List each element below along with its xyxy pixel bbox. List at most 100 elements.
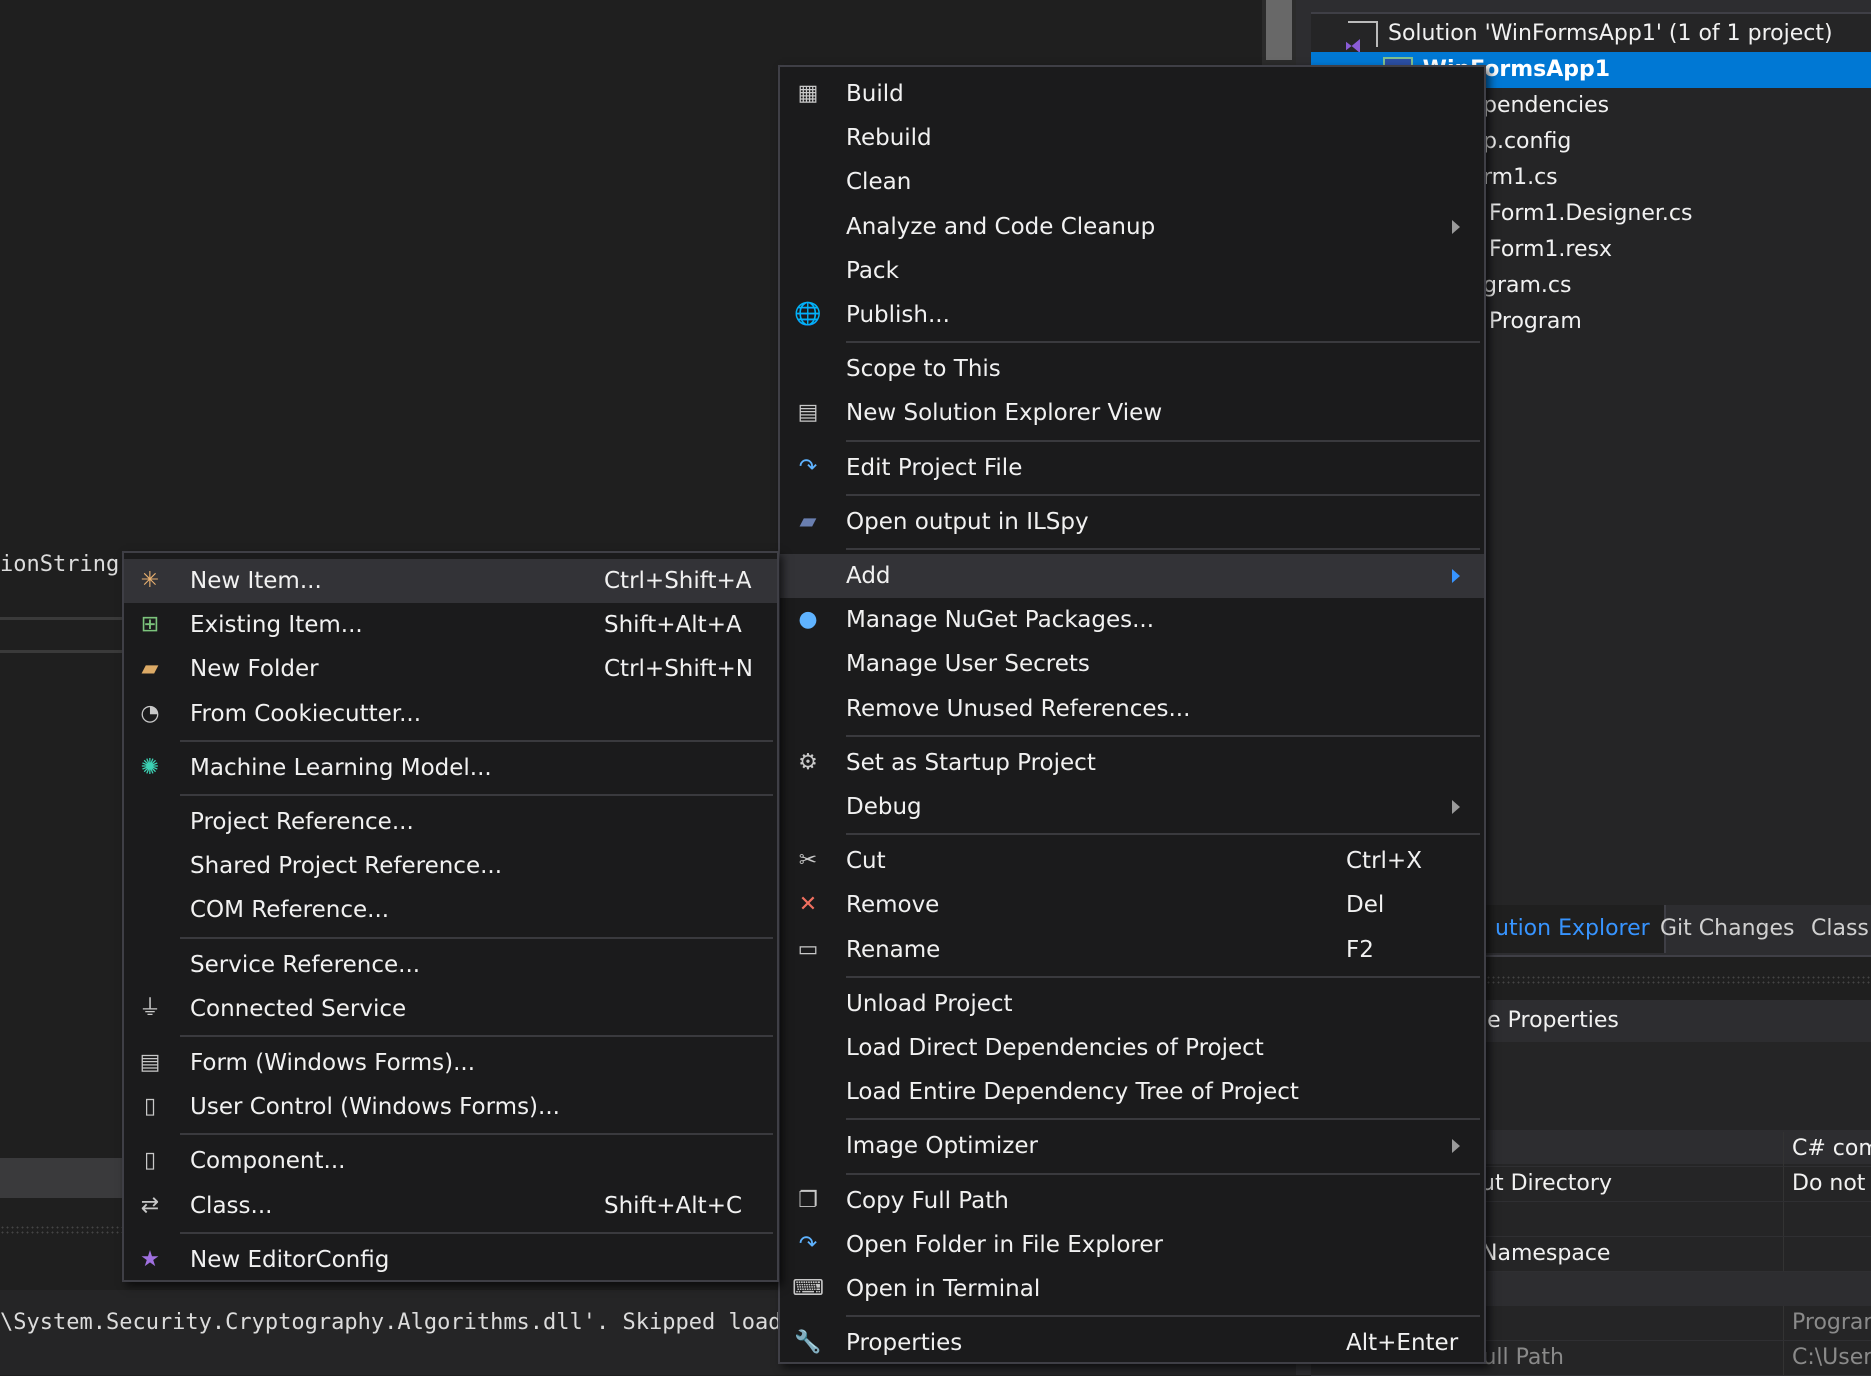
property-value: Program: [1783, 1306, 1871, 1340]
menu-item-remove[interactable]: ✕ Remove Del: [780, 883, 1484, 927]
menu-item-shortcut: Ctrl+Shift+A: [604, 568, 752, 594]
menu-item-connected-service[interactable]: ⏚ Connected Service: [124, 987, 777, 1031]
menu-item-label: Manage NuGet Packages...: [846, 607, 1155, 634]
menu-separator: [846, 1172, 1480, 1175]
menu-item-pack[interactable]: Pack: [780, 249, 1484, 293]
menu-item-label: User Control (Windows Forms)...: [190, 1094, 560, 1121]
menu-item-open-output-in-ilspy[interactable]: ▰ Open output in ILSpy: [780, 500, 1484, 544]
tree-solution-node[interactable]: Solution 'WinFormsApp1' (1 of 1 project): [1311, 16, 1871, 52]
menu-item-debug[interactable]: Debug: [780, 785, 1484, 829]
menu-item-new-folder[interactable]: ▰ New Folder Ctrl+Shift+N: [124, 647, 777, 691]
menu-item-label: Shared Project Reference...: [190, 853, 503, 880]
property-value: C# comp: [1783, 1132, 1871, 1166]
menu-item-load-direct-dependencies-of-project[interactable]: Load Direct Dependencies of Project: [780, 1026, 1484, 1070]
submenu-arrow-icon: [1452, 219, 1460, 234]
menu-item-class[interactable]: ⇄ Class... Shift+Alt+C: [124, 1184, 777, 1228]
menu-item-project-reference[interactable]: Project Reference...: [124, 800, 777, 844]
component-icon: ▯: [143, 1148, 157, 1174]
class-icon: ⇄: [140, 1192, 160, 1218]
menu-item-from-cookiecutter[interactable]: ◔ From Cookiecutter...: [124, 692, 777, 736]
menu-item-shortcut: F2: [1346, 936, 1374, 963]
scrollbar-thumb[interactable]: [1266, 0, 1292, 60]
menu-item-form-windows-forms[interactable]: ▤ Form (Windows Forms)...: [124, 1041, 777, 1085]
menu-item-label: From Cookiecutter...: [190, 700, 422, 727]
menu-item-label: New Item...: [190, 568, 322, 594]
submenu-arrow-icon: [1452, 1139, 1460, 1154]
nuget-icon: ●: [798, 607, 818, 633]
menu-item-label: New Folder: [190, 656, 319, 683]
menu-item-label: Rebuild: [846, 125, 932, 152]
menu-separator: [180, 739, 773, 742]
rename-icon: ▭: [797, 936, 819, 962]
menu-item-label: New Solution Explorer View: [846, 400, 1163, 427]
open-folder-arrow-icon: ↷: [798, 1231, 818, 1257]
menu-item-label: Set as Startup Project: [846, 749, 1096, 776]
menu-item-com-reference[interactable]: COM Reference...: [124, 888, 777, 932]
menu-item-cut[interactable]: ✂ Cut Ctrl+X: [780, 839, 1484, 883]
menu-item-label: New EditorConfig: [190, 1246, 390, 1273]
menu-item-label: Service Reference...: [190, 951, 421, 978]
menu-item-label: Cut: [846, 848, 886, 875]
menu-item-user-control-windows-forms[interactable]: ▯ User Control (Windows Forms)...: [124, 1085, 777, 1129]
menu-item-copy-full-path[interactable]: ❐ Copy Full Path: [780, 1179, 1484, 1223]
menu-item-new-solution-explorer-view[interactable]: ▤ New Solution Explorer View: [780, 391, 1484, 435]
menu-item-remove-unused-references[interactable]: Remove Unused References...: [780, 687, 1484, 731]
menu-item-label: Open Folder in File Explorer: [846, 1231, 1163, 1258]
menu-item-new-editorconfig[interactable]: ★ New EditorConfig: [124, 1238, 777, 1282]
submenu-arrow-icon: [1452, 569, 1460, 583]
menu-item-open-folder-in-file-explorer[interactable]: ↷ Open Folder in File Explorer: [780, 1223, 1484, 1267]
menu-item-unload-project[interactable]: Unload Project: [780, 982, 1484, 1026]
menu-item-shortcut: Shift+Alt+A: [604, 612, 742, 639]
menu-item-shared-project-reference[interactable]: Shared Project Reference...: [124, 844, 777, 888]
menu-item-scope-to-this[interactable]: Scope to This: [780, 347, 1484, 391]
new-folder-icon: ▰: [141, 656, 159, 682]
tab-class-view[interactable]: Class: [1797, 905, 1871, 953]
menu-item-shortcut: Alt+Enter: [1346, 1330, 1459, 1357]
menu-item-build[interactable]: ▦ Build: [780, 72, 1484, 116]
menu-separator: [846, 548, 1480, 550]
form-icon: ▤: [139, 1050, 161, 1075]
tab-git-changes[interactable]: Git Changes: [1646, 905, 1808, 953]
user-control-icon: ▯: [143, 1094, 157, 1120]
menu-item-new-item[interactable]: ✳ New Item... Ctrl+Shift+A: [124, 559, 777, 603]
menu-item-label: Copy Full Path: [846, 1187, 1009, 1214]
menu-item-existing-item[interactable]: ⊞ Existing Item... Shift+Alt+A: [124, 603, 777, 647]
submenu-arrow-icon: [1452, 800, 1460, 814]
menu-item-open-in-terminal[interactable]: ⌨ Open in Terminal: [780, 1267, 1484, 1311]
menu-item-load-entire-dependency-tree-of-project[interactable]: Load Entire Dependency Tree of Project: [780, 1070, 1484, 1114]
menu-item-analyze-and-code-cleanup[interactable]: Analyze and Code Cleanup: [780, 205, 1484, 249]
menu-item-properties[interactable]: 🔧 Properties Alt+Enter: [780, 1321, 1484, 1365]
publish-globe-icon: 🌐: [794, 302, 822, 327]
menu-separator: [846, 439, 1480, 442]
menu-item-label: Properties: [846, 1330, 963, 1357]
menu-item-clean[interactable]: Clean: [780, 160, 1484, 204]
menu-item-rename[interactable]: ▭ Rename F2: [780, 928, 1484, 972]
menu-item-label: Connected Service: [190, 995, 407, 1022]
menu-item-publish[interactable]: 🌐 Publish...: [780, 293, 1484, 337]
new-view-icon: ▤: [797, 400, 819, 426]
menu-separator: [846, 493, 1480, 496]
menu-item-component[interactable]: ▯ Component...: [124, 1139, 777, 1183]
menu-item-manage-nuget-packages[interactable]: ● Manage NuGet Packages...: [780, 598, 1484, 642]
menu-item-label: Build: [846, 81, 904, 107]
terminal-icon: ⌨: [792, 1276, 824, 1301]
menu-item-shortcut: Ctrl+Shift+N: [604, 656, 753, 683]
tab-solution-explorer[interactable]: ution Explorer: [1481, 905, 1666, 953]
project-context-menu: ▦ Build Rebuild Clean Analyze and Code Clean…: [778, 65, 1486, 1364]
output-line: \System.Security.Cryptography.Algorithms…: [0, 1310, 795, 1335]
menu-item-rebuild[interactable]: Rebuild: [780, 116, 1484, 160]
menu-item-machine-learning-model[interactable]: ✺ Machine Learning Model...: [124, 746, 777, 790]
menu-item-label: Remove: [846, 892, 940, 919]
menu-item-image-optimizer[interactable]: Image Optimizer: [780, 1124, 1484, 1168]
menu-separator: [846, 734, 1480, 737]
property-value: C:\Users: [1783, 1341, 1871, 1375]
menu-item-add[interactable]: Add: [780, 554, 1484, 598]
menu-item-manage-user-secrets[interactable]: Manage User Secrets: [780, 642, 1484, 686]
ml-model-icon: ✺: [140, 754, 160, 780]
menu-item-service-reference[interactable]: Service Reference...: [124, 943, 777, 987]
remove-x-icon: ✕: [798, 892, 818, 918]
property-value: [1783, 1237, 1792, 1271]
menu-item-set-as-startup-project[interactable]: ⚙ Set as Startup Project: [780, 741, 1484, 785]
menu-separator: [846, 341, 1480, 344]
menu-item-edit-project-file[interactable]: ↷ Edit Project File: [780, 446, 1484, 490]
